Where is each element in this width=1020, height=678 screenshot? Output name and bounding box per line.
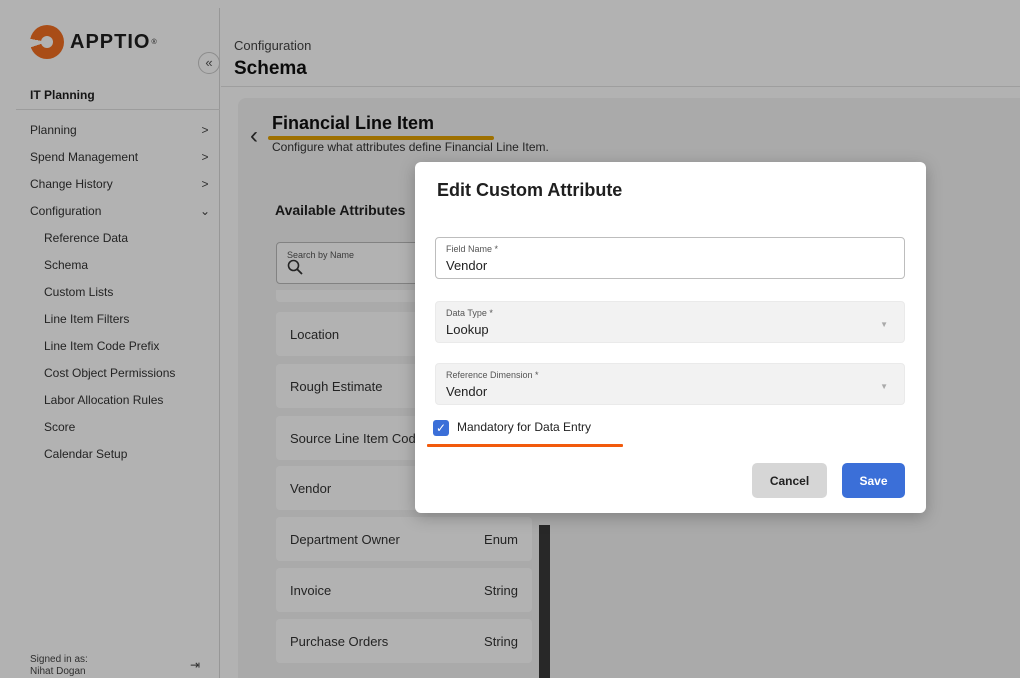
reference-dimension-select[interactable]: Reference Dimension * Vendor ▼ <box>435 363 905 405</box>
data-type-label: Data Type * <box>446 308 493 318</box>
reference-dimension-label: Reference Dimension * <box>446 370 539 380</box>
checkmark-icon: ✓ <box>435 421 447 435</box>
mandatory-checkbox[interactable]: ✓ <box>433 420 449 436</box>
cancel-button[interactable]: Cancel <box>752 463 827 498</box>
field-name-input[interactable]: Field Name * Vendor <box>435 237 905 279</box>
caret-down-icon: ▼ <box>880 320 888 329</box>
save-button[interactable]: Save <box>842 463 905 498</box>
field-name-label: Field Name * <box>446 244 499 254</box>
caret-down-icon: ▼ <box>880 382 888 391</box>
field-name-value: Vendor <box>446 258 488 273</box>
data-type-select[interactable]: Data Type * Lookup ▼ <box>435 301 905 343</box>
reference-dimension-value: Vendor <box>446 384 488 399</box>
edit-custom-attribute-dialog: Edit Custom Attribute Field Name * Vendo… <box>415 162 926 513</box>
checkbox-highlight <box>427 444 623 447</box>
dialog-title: Edit Custom Attribute <box>437 180 623 200</box>
mandatory-label[interactable]: Mandatory for Data Entry <box>457 420 591 434</box>
data-type-value: Lookup <box>446 322 489 337</box>
